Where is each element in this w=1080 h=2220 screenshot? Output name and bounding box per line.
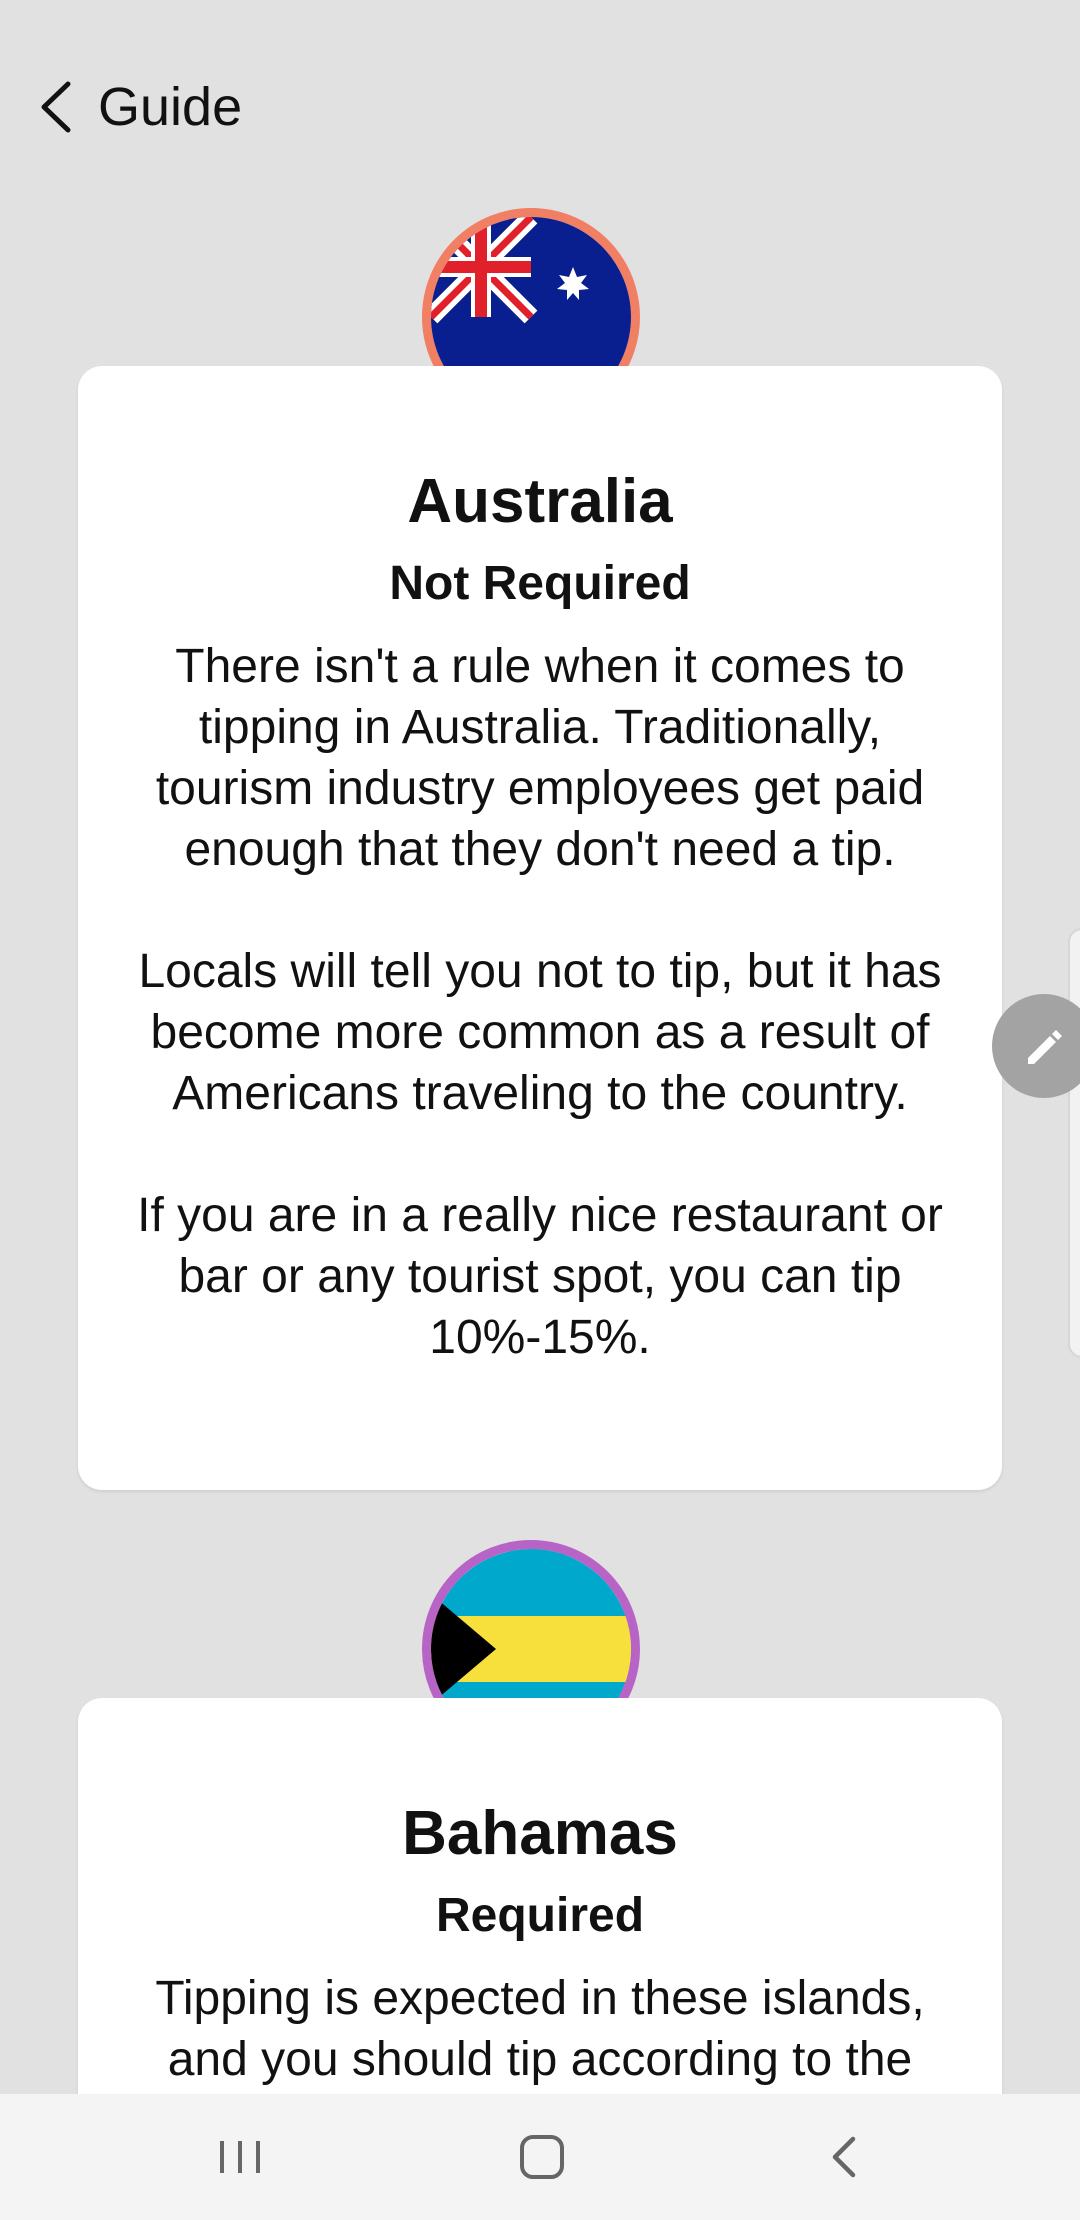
system-navigation-bar (0, 2094, 1080, 2220)
app-header: Guide (0, 0, 1080, 210)
description-paragraph: If you are in a really nice restaurant o… (137, 1189, 943, 1364)
home-button[interactable] (512, 2127, 572, 2187)
home-icon (520, 2135, 564, 2179)
description-paragraph: There isn't a rule when it comes to tipp… (155, 640, 925, 876)
country-name: Bahamas (402, 1799, 678, 1868)
tipping-description: Tipping is expected in these islands, an… (116, 1968, 964, 2090)
page-title[interactable]: Guide (98, 72, 242, 142)
back-button[interactable] (34, 72, 84, 142)
description-paragraph: Locals will tell you not to tip, but it … (138, 945, 942, 1120)
recent-apps-icon (220, 2141, 260, 2173)
recent-apps-button[interactable] (210, 2127, 270, 2187)
tipping-status: Required (435, 1889, 645, 1942)
description-paragraph: Tipping is expected in these islands, an… (155, 1972, 925, 2086)
back-icon (832, 2136, 856, 2178)
tipping-status: Not Required (389, 557, 691, 610)
country-name: Australia (407, 467, 673, 536)
edge-panel-handle[interactable] (1068, 928, 1080, 1358)
chevron-left-icon (41, 81, 71, 133)
pencil-icon (1028, 1030, 1062, 1064)
nav-back-button[interactable] (815, 2127, 875, 2187)
country-card-australia: Australia Not Required There isn't a rul… (78, 366, 1002, 1490)
tipping-description: There isn't a rule when it comes to tipp… (116, 636, 964, 1368)
edit-button[interactable] (992, 994, 1080, 1098)
